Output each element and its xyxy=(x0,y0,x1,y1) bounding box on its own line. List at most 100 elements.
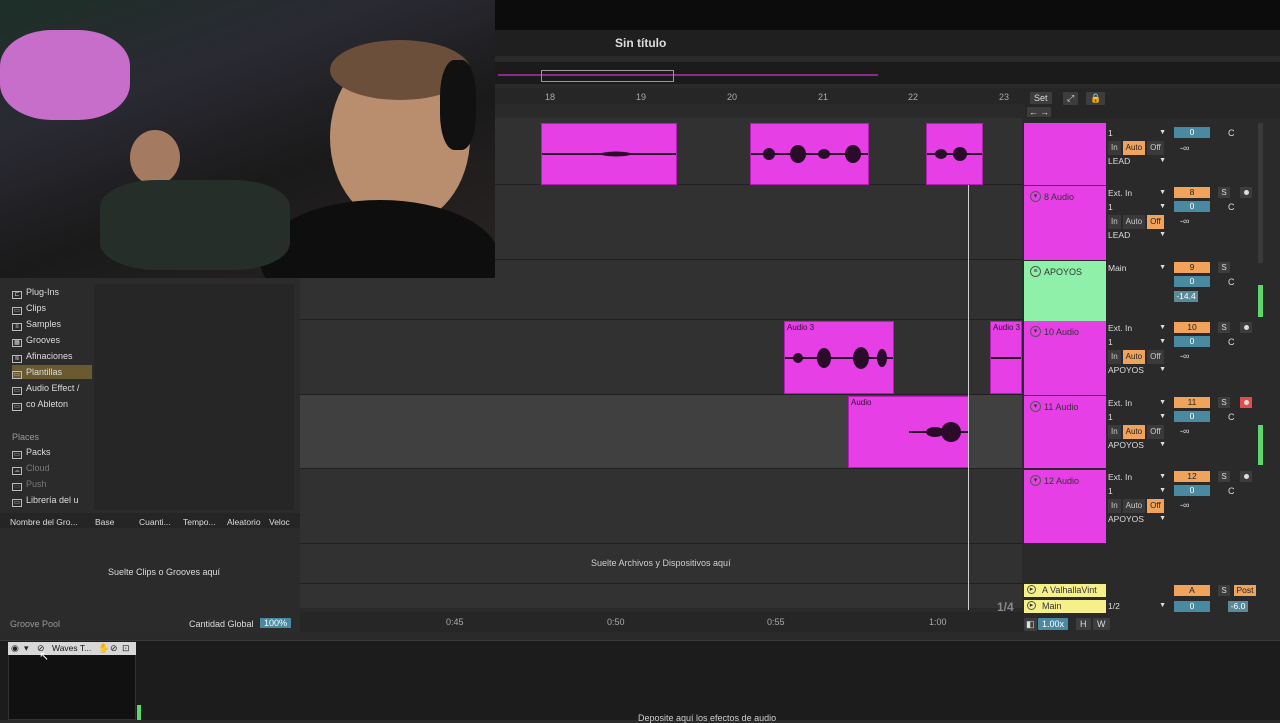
browser-item-audio-effects[interactable]: ▭ Audio Effect / xyxy=(12,381,92,395)
device-view[interactable] xyxy=(0,640,1280,720)
audio-clip[interactable] xyxy=(926,123,983,185)
monitor-switch[interactable]: In Auto Off xyxy=(1108,424,1168,439)
browser-item-clips[interactable]: ▭ Clips xyxy=(12,301,92,315)
solo-button[interactable]: S xyxy=(1218,187,1230,198)
volume-field[interactable]: 0 xyxy=(1174,601,1210,612)
solo-button[interactable]: S xyxy=(1218,471,1230,482)
set-button[interactable]: Set xyxy=(1030,92,1052,104)
input-channel-select[interactable]: 1 ▼ xyxy=(1108,410,1168,424)
pan-field[interactable]: C xyxy=(1228,277,1235,287)
browser-item-tunings[interactable]: ≋ Afinaciones xyxy=(12,349,92,363)
track-number[interactable]: 9 xyxy=(1174,262,1210,273)
volume-field[interactable]: 0 xyxy=(1174,336,1210,347)
input-channel-select[interactable]: 1 ▼ xyxy=(1108,200,1168,214)
playhead[interactable] xyxy=(968,185,969,610)
track-header[interactable]: ▾ 8 Audio xyxy=(1024,186,1106,260)
input-type-select[interactable]: Ext. In ▼ xyxy=(1108,396,1168,410)
track-number[interactable]: 11 xyxy=(1174,397,1210,408)
solo-button[interactable]: S xyxy=(1218,262,1230,273)
volume-field[interactable]: 0 xyxy=(1174,127,1210,138)
fold-icon[interactable]: ▾ xyxy=(24,643,29,654)
output-select[interactable]: APOYOS ▼ xyxy=(1108,438,1168,452)
groove-col-name[interactable]: Nombre del Gro... xyxy=(10,517,78,527)
track-fold-icon[interactable]: ▾ xyxy=(1030,475,1041,486)
arm-button[interactable] xyxy=(1240,471,1252,482)
groove-col-velocity[interactable]: Veloc xyxy=(269,517,290,527)
arm-button[interactable] xyxy=(1240,322,1252,333)
output-select[interactable]: LEAD ▼ xyxy=(1108,228,1168,242)
input-type-select[interactable]: Ext. In ▼ xyxy=(1108,186,1168,200)
track-fold-icon[interactable]: ▾ xyxy=(1030,326,1041,337)
monitor-switch[interactable]: In Auto Off xyxy=(1108,349,1168,364)
places-item-user-library[interactable]: ▭ Librería del u xyxy=(12,493,92,507)
arm-button[interactable] xyxy=(1240,397,1252,408)
track-fold-icon[interactable]: ▾ xyxy=(1030,191,1041,202)
output-select[interactable]: 1/2 ▼ xyxy=(1108,599,1168,613)
monitor-switch[interactable]: In Auto Off xyxy=(1108,498,1168,513)
arrow-right-icon[interactable]: → xyxy=(1038,107,1051,117)
settings-icon[interactable]: ⊘ xyxy=(110,643,118,654)
track-lane[interactable] xyxy=(300,469,1024,544)
input-channel-select[interactable]: 1 ▼ xyxy=(1108,484,1168,498)
time-ruler[interactable] xyxy=(300,612,1024,632)
return-letter[interactable]: A xyxy=(1174,585,1210,596)
global-amount-field[interactable]: 100% xyxy=(260,618,292,628)
group-fold-icon[interactable]: ≡ xyxy=(1030,266,1041,277)
arm-button[interactable] xyxy=(1240,187,1252,198)
places-item-push[interactable]: ▭ Push xyxy=(12,477,92,491)
waveform-zoom-icon[interactable]: ◧ xyxy=(1024,618,1037,631)
input-channel-select[interactable]: 1 ▼ xyxy=(1108,126,1168,140)
track-header[interactable]: ▾ 12 Audio xyxy=(1024,470,1106,543)
groove-col-timing[interactable]: Tempo... xyxy=(183,517,216,527)
input-channel-select[interactable]: 1 ▼ xyxy=(1108,335,1168,349)
places-item-cloud[interactable]: ☁ Cloud xyxy=(12,461,92,475)
expand-icon[interactable]: ⤢ xyxy=(1063,92,1079,105)
output-select[interactable]: APOYOS ▼ xyxy=(1108,512,1168,526)
track-lane[interactable] xyxy=(300,320,1024,395)
solo-button[interactable]: S xyxy=(1218,397,1230,408)
main-track-header[interactable]: Main ▸ xyxy=(1024,600,1106,613)
browser-item-samples[interactable]: ≡ Samples xyxy=(12,317,92,331)
save-icon[interactable]: ⊡ xyxy=(122,643,130,654)
output-select[interactable]: LEAD ▼ xyxy=(1108,154,1168,168)
zoom-value[interactable]: 1.00x xyxy=(1038,618,1069,630)
lock-icon[interactable]: 🔒 xyxy=(1086,92,1106,105)
volume-field[interactable]: 0 xyxy=(1174,276,1210,287)
track-number[interactable]: 12 xyxy=(1174,471,1210,482)
h-button[interactable]: H xyxy=(1076,618,1091,630)
audio-clip[interactable]: Audio 3 xyxy=(990,321,1022,394)
track-header[interactable]: ▾ 10 Audio xyxy=(1024,321,1106,395)
browser-item-grooves[interactable]: ▦ Grooves xyxy=(12,333,92,347)
pan-field[interactable]: C xyxy=(1228,486,1235,496)
browser-item-templates[interactable]: ▭ Plantillas xyxy=(12,365,92,379)
pan-field[interactable]: C xyxy=(1228,202,1235,212)
output-select[interactable]: Main ▼ xyxy=(1108,261,1168,275)
overview-viewport[interactable] xyxy=(541,70,674,82)
track-fold-icon[interactable]: ▾ xyxy=(1030,401,1041,412)
solo-button[interactable]: S xyxy=(1218,585,1230,596)
browser-content[interactable] xyxy=(94,284,294,510)
groove-col-random[interactable]: Aleatorio xyxy=(227,517,261,527)
audio-clip[interactable]: Audio 3 xyxy=(784,321,894,394)
w-button[interactable]: W xyxy=(1093,618,1110,630)
track-fold-icon[interactable]: ▸ xyxy=(1027,601,1036,610)
track-number[interactable]: 10 xyxy=(1174,322,1210,333)
pan-field[interactable]: C xyxy=(1228,128,1235,138)
browser-item-plugins[interactable]: ⊏ Plug-Ins xyxy=(12,285,92,299)
monitor-switch[interactable]: In Auto Off xyxy=(1108,214,1168,229)
audio-clip[interactable] xyxy=(541,123,677,185)
audio-clip[interactable]: Audio xyxy=(848,396,969,468)
solo-button[interactable]: S xyxy=(1218,322,1230,333)
hand-icon[interactable]: ✋ xyxy=(98,643,109,654)
power-icon[interactable]: ◉ xyxy=(11,643,19,654)
monitor-switch[interactable]: In Auto Off xyxy=(1108,140,1168,155)
group-track-header[interactable]: ≡ APOYOS xyxy=(1024,261,1106,321)
beat-ruler[interactable]: 18 19 20 21 22 23 xyxy=(495,88,1025,104)
output-select[interactable]: APOYOS ▼ xyxy=(1108,363,1168,377)
audio-clip[interactable] xyxy=(750,123,869,185)
track-header[interactable]: ▾ 11 Audio xyxy=(1024,396,1106,468)
return-track-header[interactable]: A ValhallaVint ▸ xyxy=(1024,584,1106,597)
track-fold-icon[interactable]: ▸ xyxy=(1027,585,1036,594)
post-toggle[interactable]: Post xyxy=(1234,585,1256,596)
volume-field[interactable]: 0 xyxy=(1174,411,1210,422)
